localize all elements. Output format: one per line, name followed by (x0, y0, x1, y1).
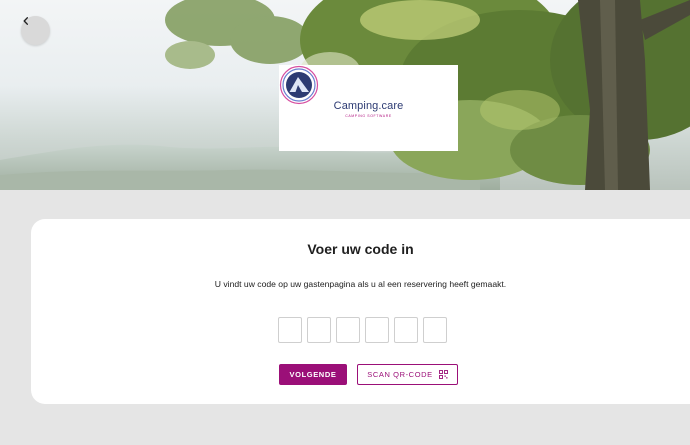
logo-subtitle: CAMPING SOFTWARE (345, 114, 392, 118)
chevron-left-icon (23, 17, 28, 25)
logo-name: Camping.care (333, 100, 404, 112)
back-button[interactable] (21, 16, 50, 45)
code-input-group (278, 317, 447, 343)
code-digit-input[interactable] (423, 317, 447, 343)
scan-qr-button-label: SCAN QR-CODE (367, 370, 433, 379)
code-digit-input[interactable] (365, 317, 389, 343)
code-digit-input[interactable] (278, 317, 302, 343)
tent-logo-icon (279, 65, 319, 105)
header-photo: Camping.care CAMPING SOFTWARE (0, 0, 690, 190)
logo-card: Camping.care CAMPING SOFTWARE (279, 65, 458, 151)
qr-code-icon (438, 370, 448, 379)
scan-qr-button[interactable]: SCAN QR-CODE (357, 364, 458, 385)
code-digit-input[interactable] (394, 317, 418, 343)
instruction-text: U vindt uw code op uw gastenpagina als u… (214, 279, 507, 289)
code-entry-card: Voer uw code in U vindt uw code op uw ga… (31, 219, 690, 404)
code-digit-input[interactable] (307, 317, 331, 343)
next-button-label: VOLGENDE (289, 370, 337, 379)
code-digit-input[interactable] (336, 317, 360, 343)
page-title: Voer uw code in (307, 241, 414, 257)
next-button[interactable]: VOLGENDE (279, 364, 347, 385)
